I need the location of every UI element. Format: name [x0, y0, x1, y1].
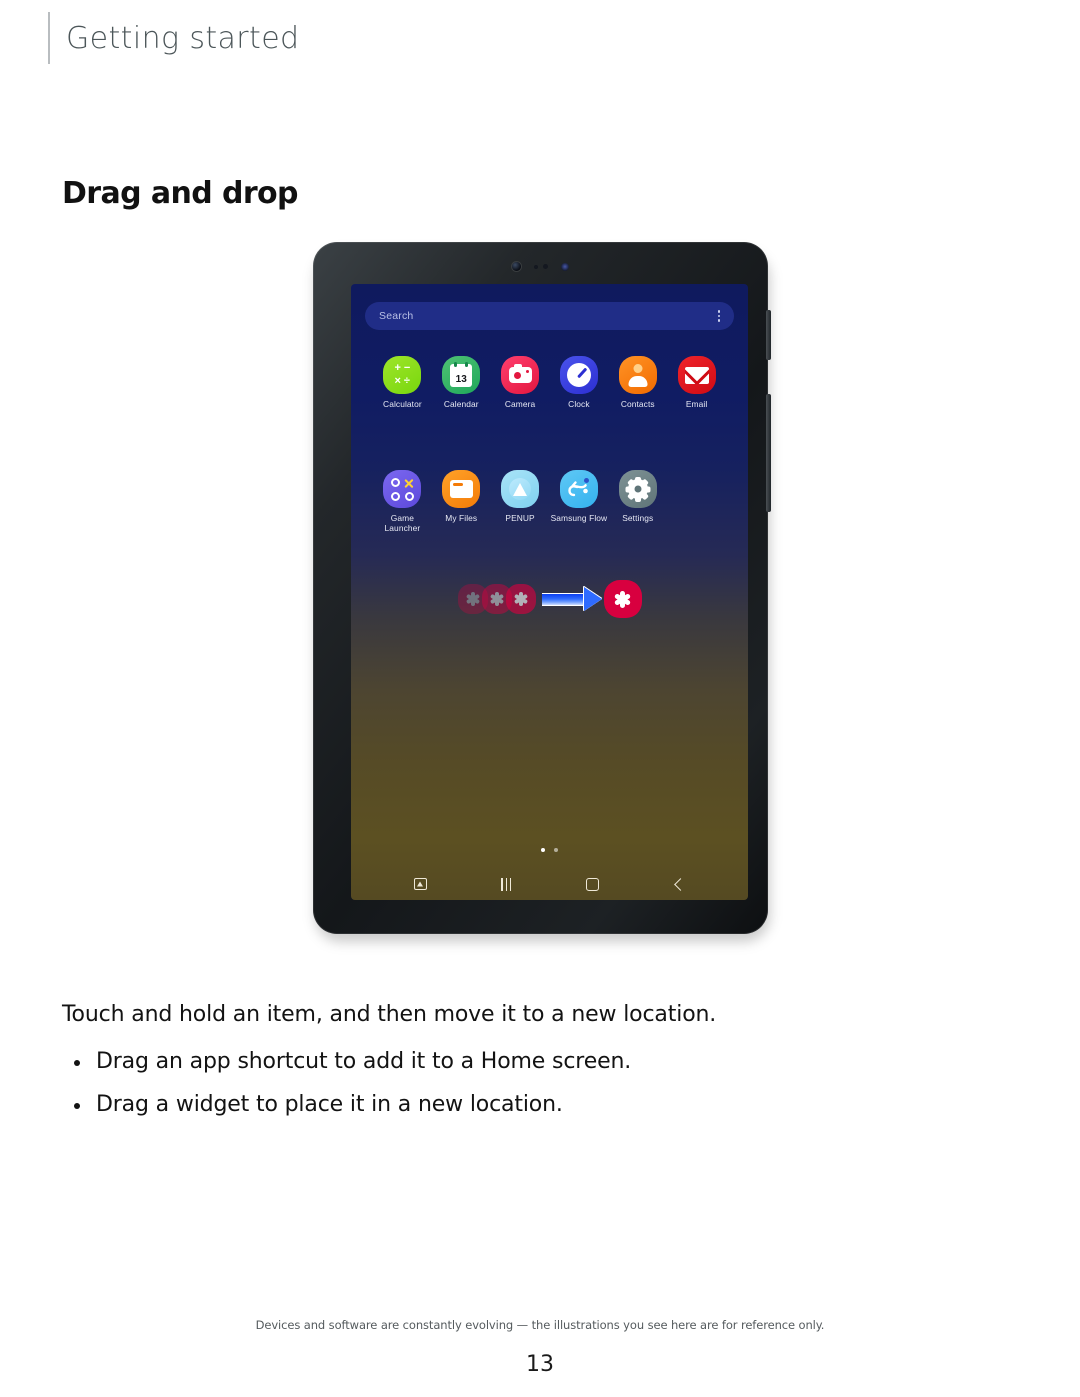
volume-button[interactable]: [766, 394, 771, 512]
app-label: Calculator: [383, 399, 422, 409]
screenshot-capture-icon[interactable]: [406, 873, 434, 895]
app-item-game-launcher[interactable]: Game Launcher: [373, 470, 432, 534]
bullet-list: Drag an app shortcut to add it to a Home…: [62, 1049, 962, 1117]
indicator-led-icon: [561, 262, 569, 271]
drag-and-drop-demo: [351, 580, 748, 618]
app-label: Contacts: [620, 399, 655, 409]
search-placeholder: Search: [379, 310, 414, 322]
home-page-indicator: [351, 848, 748, 852]
app-label: My Files: [445, 513, 478, 523]
app-item-my-files[interactable]: My Files: [432, 470, 491, 534]
three-dot-menu-icon[interactable]: [717, 310, 720, 322]
app-item-samsung-flow[interactable]: Samsung Flow: [549, 470, 608, 534]
list-item: Drag a widget to place it in a new locat…: [62, 1092, 962, 1117]
right-arrow-icon: [540, 587, 602, 611]
page-title: Drag and drop: [62, 176, 299, 211]
clock-icon: [559, 356, 598, 394]
recents-icon[interactable]: [492, 873, 520, 895]
list-item: Drag an app shortcut to add it to a Home…: [62, 1049, 962, 1074]
front-sensor-row: [313, 262, 768, 271]
flower-app-icon[interactable]: [603, 580, 642, 618]
samsung-flow-icon: [559, 470, 598, 508]
app-item-clock[interactable]: Clock: [549, 356, 608, 410]
home-icon[interactable]: [579, 873, 607, 895]
app-item-email[interactable]: Email: [667, 356, 726, 410]
tablet-screen: Search + − × ÷ Calculator 13 Calendar Ca…: [351, 284, 748, 900]
body-copy: Touch and hold an item, and then move it…: [62, 1002, 962, 1135]
app-item-calendar[interactable]: 13 Calendar: [432, 356, 491, 410]
app-grid-row-1: + − × ÷ Calculator 13 Calendar Camera Cl…: [373, 356, 726, 410]
calendar-icon: 13: [442, 356, 481, 394]
search-input[interactable]: Search: [365, 302, 734, 330]
app-item-penup[interactable]: PENUP: [491, 470, 550, 534]
app-item-settings[interactable]: Settings: [608, 470, 667, 534]
email-icon: [677, 356, 716, 394]
proximity-sensor-dots-icon: [534, 264, 548, 269]
app-label: Settings: [622, 513, 654, 523]
app-label: Game Launcher: [384, 513, 421, 533]
page-dot-active: [541, 848, 545, 852]
app-label: Clock: [568, 399, 590, 409]
app-item-calculator[interactable]: + − × ÷ Calculator: [373, 356, 432, 410]
back-icon[interactable]: [665, 873, 693, 895]
camera-icon: [501, 356, 540, 394]
footer-disclaimer: Devices and software are constantly evol…: [255, 1318, 825, 1332]
settings-gear-icon: [618, 470, 657, 508]
drag-ghost-trail: [457, 584, 536, 614]
calculator-icon: + − × ÷: [383, 356, 422, 394]
app-label: Camera: [504, 399, 536, 409]
page-dot: [554, 848, 558, 852]
app-label: Calendar: [443, 399, 479, 409]
contacts-icon: [618, 356, 657, 394]
app-item-contacts[interactable]: Contacts: [608, 356, 667, 410]
penup-icon: [501, 470, 540, 508]
calendar-date-badge: 13: [455, 373, 467, 385]
android-navigation-bar: [351, 868, 748, 900]
my-files-icon: [442, 470, 481, 508]
tablet-body: Search + − × ÷ Calculator 13 Calendar Ca…: [313, 242, 771, 934]
game-launcher-icon: [383, 470, 422, 508]
app-label: Email: [685, 399, 708, 409]
front-camera-lens-icon: [512, 262, 521, 271]
flower-app-icon-ghost: [505, 584, 536, 614]
tablet-illustration: Search + − × ÷ Calculator 13 Calendar Ca…: [305, 238, 780, 944]
manual-page: Getting started Drag and drop Search + −…: [0, 0, 1080, 1397]
intro-paragraph: Touch and hold an item, and then move it…: [62, 1002, 717, 1027]
power-button[interactable]: [766, 310, 771, 360]
app-label: PENUP: [505, 513, 535, 523]
app-item-camera[interactable]: Camera: [491, 356, 550, 410]
app-label: Samsung Flow: [550, 513, 608, 523]
running-header-label: Getting started: [66, 20, 300, 56]
page-number: 13: [526, 1352, 554, 1377]
running-header: Getting started: [48, 12, 300, 64]
app-grid-row-2: Game Launcher My Files PENUP Samsung Flo…: [373, 470, 726, 534]
